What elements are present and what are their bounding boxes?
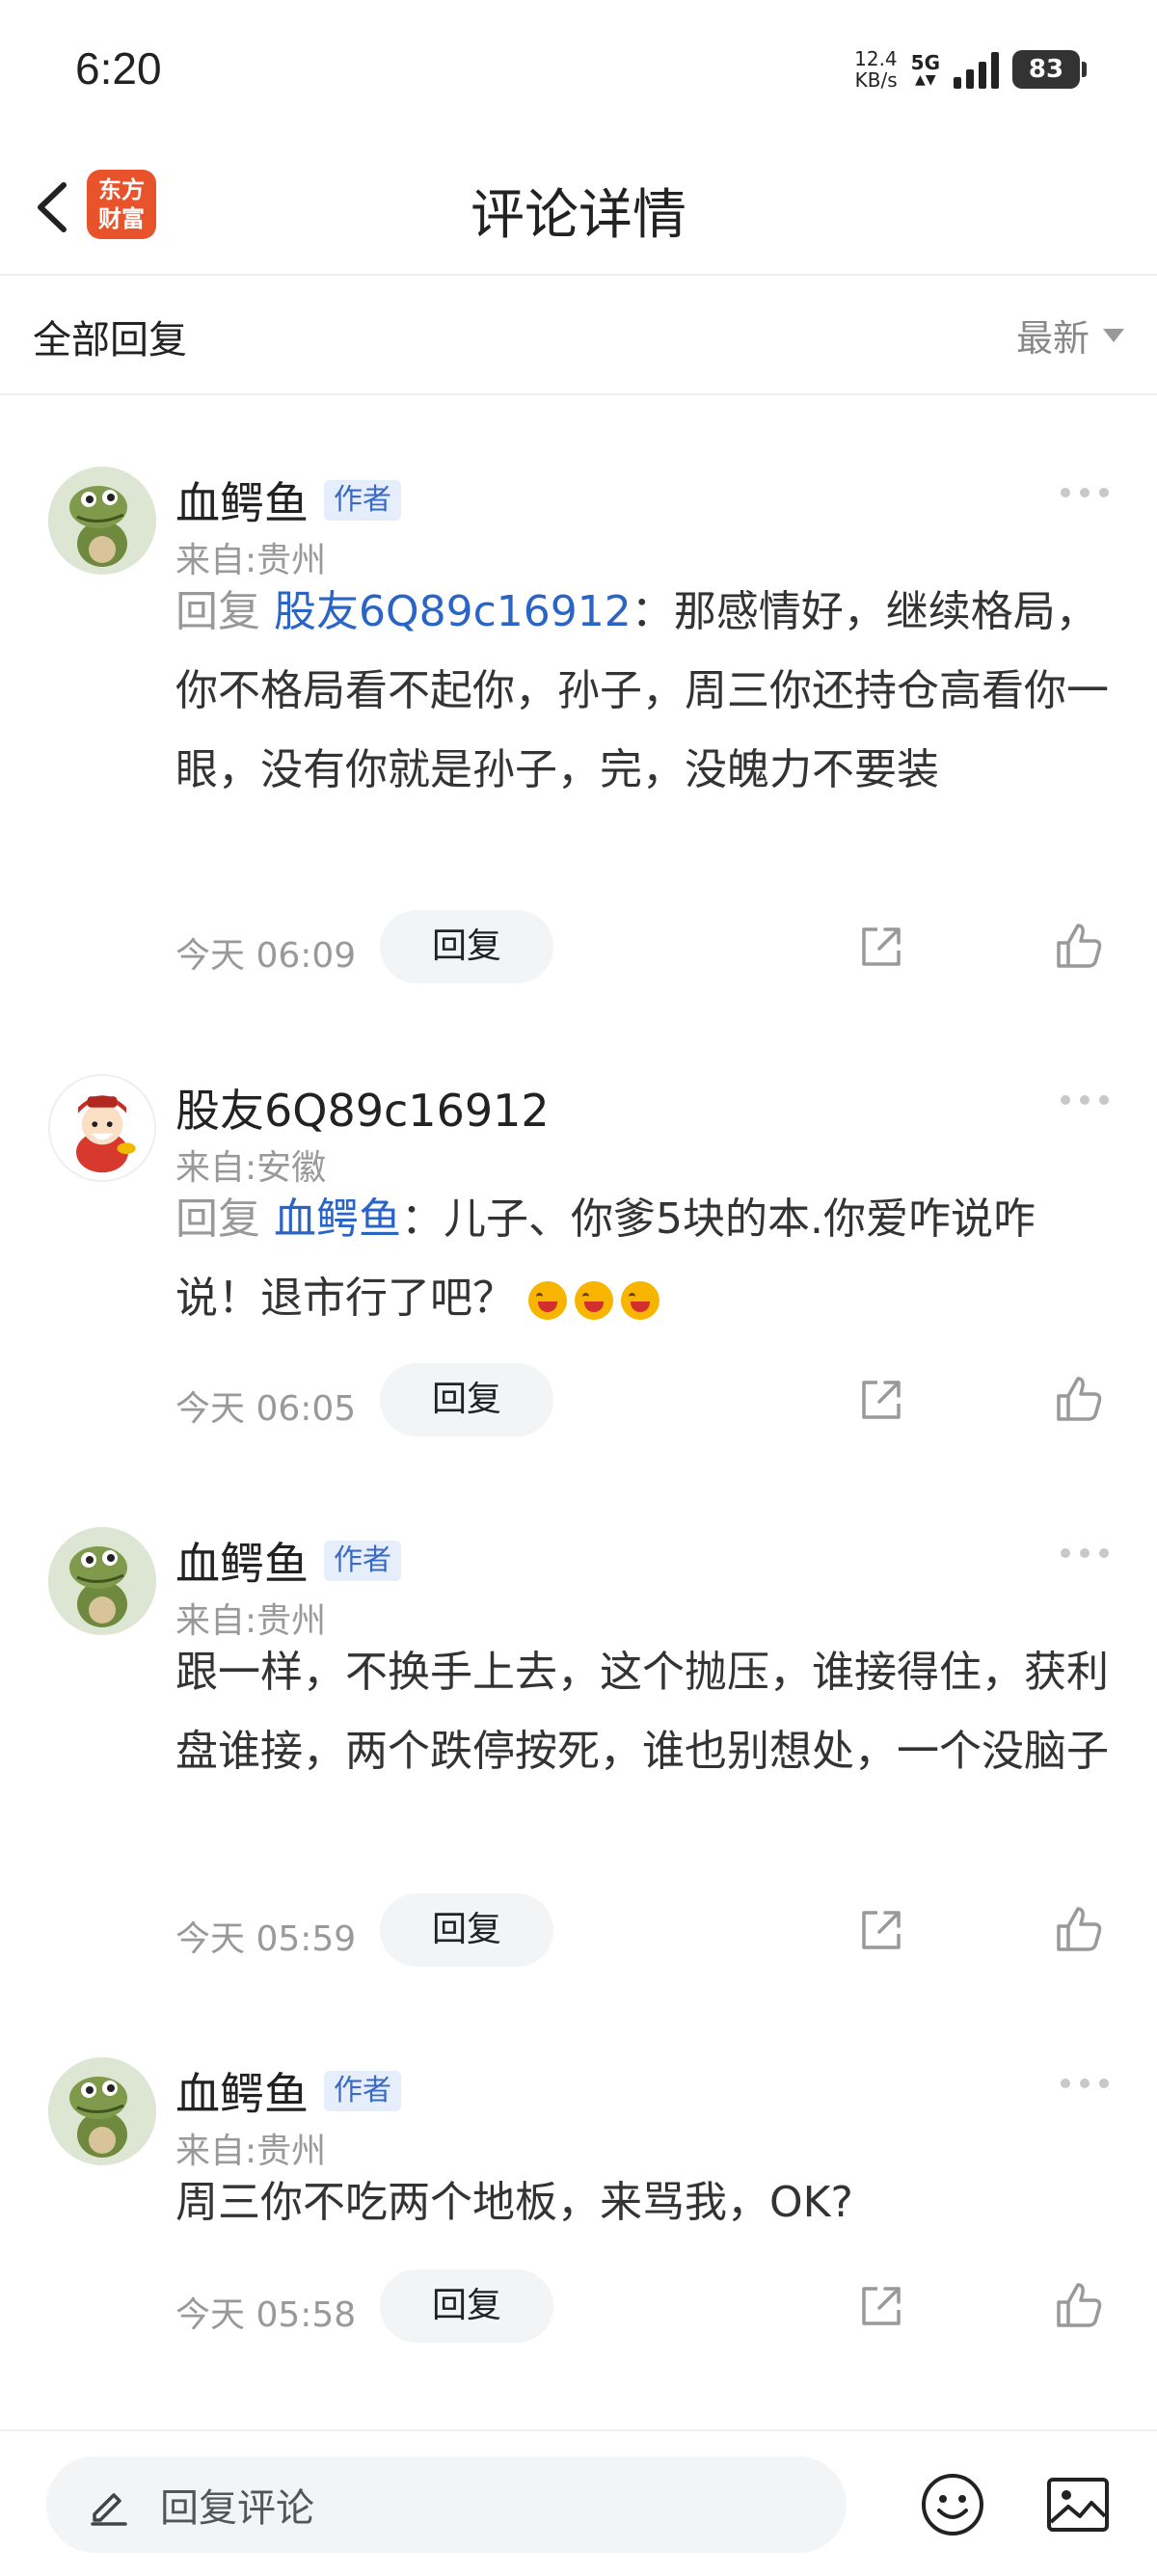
network-speed: 12.4 KB/s [854,48,898,91]
reply-prefix: 回复 [175,1194,260,1244]
share-icon[interactable] [856,2281,906,2331]
reply-button[interactable]: 回复 [380,1363,553,1436]
pen-icon [91,2493,127,2526]
dropdown-triangle-icon [1103,328,1124,342]
crocodile-avatar-icon [48,467,156,575]
data-arrows-icon: ▲▼ [915,72,936,88]
battery-icon: 83 [1012,50,1087,89]
more-options-icon[interactable] [1061,2079,1109,2088]
avatar[interactable] [48,2057,156,2165]
reply-prefix: 回复 [175,587,260,636]
status-icons: 12.4 KB/s 5G ▲▼ 83 [854,42,1087,96]
signal-icon [954,50,999,89]
avatar[interactable] [48,1074,156,1182]
crocodile-avatar-icon [48,2057,156,2165]
user-name[interactable]: 血鳄鱼 [175,1529,309,1593]
action-row: 今天 06:05 回复 [175,1363,1111,1440]
sort-value: 最新 [1015,317,1090,360]
all-replies-label: 全部回复 [33,318,187,362]
network-speed-value: 12.4 [854,47,898,70]
reply-comment-input[interactable]: 回复评论 [46,2456,847,2553]
laughing-emoji-icon [528,1281,567,1320]
more-options-icon[interactable] [1061,488,1109,497]
more-options-icon[interactable] [1061,1548,1109,1558]
more-options-icon[interactable] [1061,1095,1109,1105]
header: 东方 财富 评论详情 [0,145,1157,276]
emoji-icon[interactable] [920,2472,985,2537]
avatar[interactable] [48,467,156,575]
status-bar: 6:20 12.4 KB/s 5G ▲▼ 83 [0,0,1157,145]
name-row: 股友6Q89c16912 [175,1076,550,1140]
like-icon[interactable] [1053,1903,1105,1955]
author-badge: 作者 [324,1541,401,1581]
action-row: 今天 05:58 回复 [175,2269,1111,2347]
bottom-bar: 回复评论 [0,2429,1157,2576]
network-type: 5G ▲▼ [911,52,940,87]
page-title: 评论详情 [471,184,686,247]
like-icon[interactable] [1053,1373,1105,1425]
timestamp: 今天 05:59 [175,1919,357,1959]
action-row: 今天 06:09 回复 [175,910,1111,987]
user-name[interactable]: 股友6Q89c16912 [175,1076,550,1140]
user-name[interactable]: 血鳄鱼 [175,2059,309,2123]
fortune-god-avatar-icon [50,1076,154,1180]
like-icon[interactable] [1053,2279,1105,2331]
sort-dropdown[interactable]: 最新 [1016,309,1124,362]
mention-link[interactable]: 股友6Q89c16912 [274,587,632,636]
crocodile-avatar-icon [48,1527,156,1635]
user-name[interactable]: 血鳄鱼 [175,469,309,532]
laughing-emoji-icon [621,1281,659,1320]
reply-input-placeholder: 回复评论 [160,2486,314,2531]
share-icon[interactable] [856,922,906,972]
comment-text: 回复 股友6Q89c16912：那感情好，继续格局，你不格局看不起你，孙子，周三… [175,573,1111,810]
image-icon[interactable] [1045,2476,1111,2534]
author-badge: 作者 [324,480,401,521]
avatar[interactable] [48,1527,156,1635]
network-speed-unit: KB/s [854,68,898,92]
laughing-emoji-icon [575,1281,613,1320]
comment-text: 回复 血鳄鱼：儿子、你爹5块的本.你爱咋说咋说！退市行了吧？ [175,1180,1111,1338]
reply-button[interactable]: 回复 [380,2269,553,2343]
name-row: 血鳄鱼 作者 [175,2059,401,2123]
sort-bar: 全部回复 最新 [0,276,1157,395]
comment-text: 跟一样，不换手上去，这个抛压，谁接得住，获利盘谁接，两个跌停按死，谁也别想处，一… [175,1648,1109,1776]
name-row: 血鳄鱼 作者 [175,469,401,532]
timestamp: 今天 05:58 [175,2295,357,2335]
reply-button[interactable]: 回复 [380,1893,553,1967]
reply-button[interactable]: 回复 [380,910,553,983]
comment-text: 周三你不吃两个地板，来骂我，OK? [175,2178,853,2227]
mention-link[interactable]: 血鳄鱼 [274,1194,401,1244]
name-row: 血鳄鱼 作者 [175,1529,401,1593]
timestamp: 今天 06:09 [175,936,357,976]
status-time: 6:20 [75,43,162,94]
author-badge: 作者 [324,2071,401,2111]
share-icon[interactable] [856,1375,906,1425]
timestamp: 今天 06:05 [175,1389,357,1429]
like-icon[interactable] [1053,920,1105,972]
share-icon[interactable] [856,1905,906,1955]
action-row: 今天 05:59 回复 [175,1893,1111,1971]
network-type-label: 5G [910,51,940,74]
